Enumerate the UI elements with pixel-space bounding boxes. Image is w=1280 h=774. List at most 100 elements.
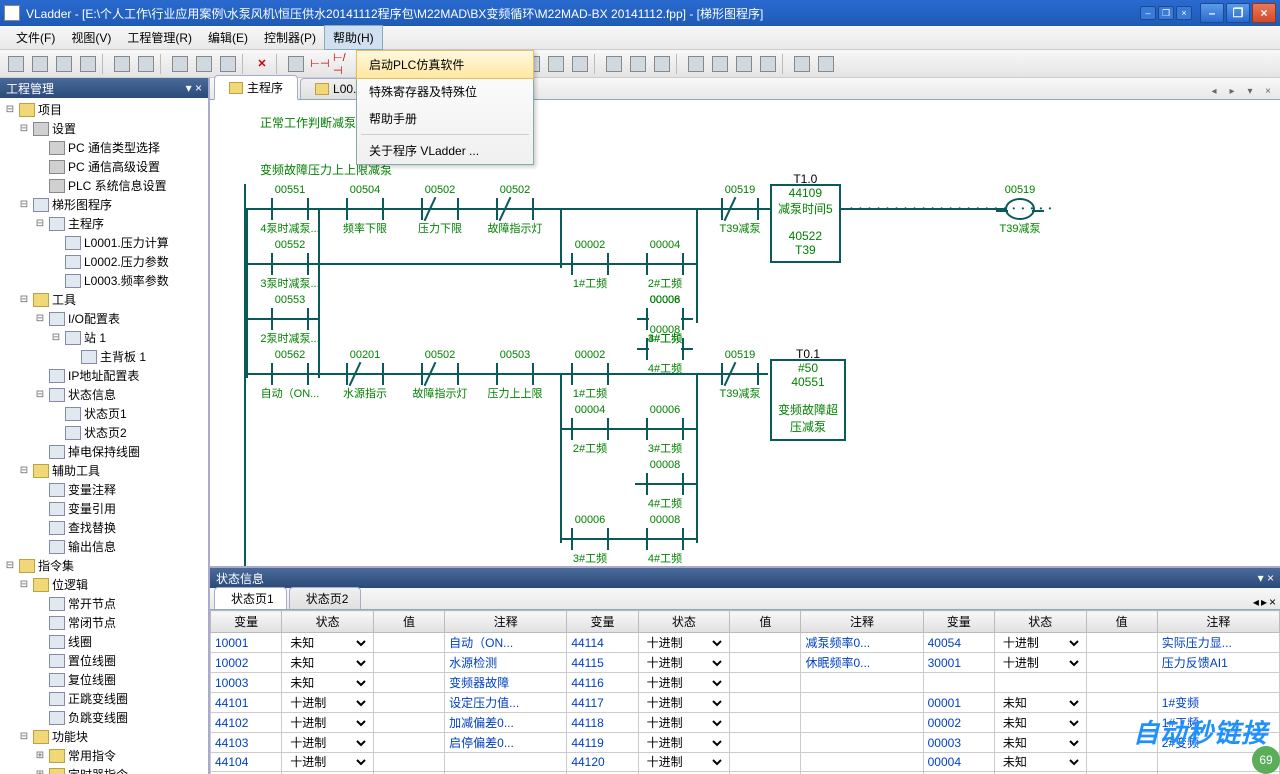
tb-redo[interactable] [135,53,157,75]
status-select[interactable]: 未知 [286,675,369,691]
ladder-function-block[interactable]: T0.1#5040551变频故障超压减泵 [770,359,846,441]
status-header-cell[interactable]: 变量 [211,611,282,633]
status-select[interactable]: 十进制 [643,735,726,751]
menu-edit[interactable]: 编辑(E) [200,26,256,49]
minimize-button[interactable]: – [1200,3,1224,23]
tab-main[interactable]: 主程序 [214,75,298,100]
tab-menu[interactable]: ▾ [1242,83,1258,99]
tree-node[interactable]: 状态页2 [2,423,206,442]
tree-node[interactable]: ⊟I/O配置表 [2,309,206,328]
tree-node[interactable]: ⊟设置 [2,119,206,138]
tree-node[interactable]: PC 通信高级设置 [2,157,206,176]
tree-node[interactable]: 负跳变线圈 [2,708,206,727]
tb-undo[interactable] [111,53,133,75]
tree-node[interactable]: 变量引用 [2,499,206,518]
status-grid[interactable]: 变量状态值注释变量状态值注释变量状态值注释10001未知自动（ON...4411… [210,610,1280,774]
status-select[interactable]: 十进制 [643,655,726,671]
status-select[interactable]: 十进制 [643,754,726,770]
status-row[interactable]: 44101十进制设定压力值...44117十进制00001未知1#变频 [211,693,1280,713]
tb-run[interactable] [791,53,813,75]
tb-new[interactable] [5,53,27,75]
tb-t6[interactable] [545,53,567,75]
tb-t12[interactable] [709,53,731,75]
status-select[interactable]: 未知 [286,655,369,671]
tb-contact-nc[interactable]: ⊢/⊣ [333,53,355,75]
tree-node[interactable]: ⊟主程序 [2,214,206,233]
menu-special-reg[interactable]: 特殊寄存器及特殊位 [357,78,533,105]
status-select[interactable]: 未知 [999,715,1082,731]
status-select[interactable]: 十进制 [286,695,369,711]
menu-manual[interactable]: 帮助手册 [357,105,533,132]
tree-node[interactable]: ⊞常用指令 [2,746,206,765]
status-header-cell[interactable]: 状态 [282,611,374,633]
status-header-btns[interactable]: ▾ × [1258,571,1274,585]
tree-node[interactable]: ⊟梯形图程序 [2,195,206,214]
status-header-cell[interactable]: 注释 [445,611,567,633]
status-tab-next[interactable]: ▸ [1261,595,1267,609]
tree-node[interactable]: 线圈 [2,632,206,651]
tab-close[interactable]: × [1260,83,1276,99]
status-select[interactable]: 十进制 [286,754,369,770]
status-header-cell[interactable]: 变量 [567,611,638,633]
tree-node[interactable]: L0002.压力参数 [2,252,206,271]
menu-controller[interactable]: 控制器(P) [256,26,324,49]
mdi-close[interactable]: × [1176,6,1192,20]
status-row[interactable]: 10001未知自动（ON...44114十进制减泵频率0...40054十进制实… [211,633,1280,653]
status-row[interactable]: 10003未知变频器故障44116十进制 [211,673,1280,693]
tb-stop[interactable] [815,53,837,75]
menu-about[interactable]: 关于程序 VLadder ... [357,137,533,164]
status-select[interactable]: 十进制 [643,675,726,691]
tree-node[interactable]: ⊟辅助工具 [2,461,206,480]
ladder-function-block[interactable]: T1.044109减泵时间540522T39 [770,184,841,263]
tree-pin-icon[interactable]: ▾ × [186,81,202,95]
status-row[interactable]: 44104十进制44120十进制00004未知 [211,753,1280,772]
tree-node[interactable]: IP地址配置表 [2,366,206,385]
status-header-cell[interactable]: 状态 [638,611,730,633]
tb-cursor[interactable] [285,53,307,75]
maximize-button[interactable]: ❐ [1226,3,1250,23]
status-row[interactable]: 44103十进制启停偏差0...44119十进制00003未知2#变频 [211,733,1280,753]
tree-node[interactable]: L0003.频率参数 [2,271,206,290]
status-select[interactable]: 十进制 [999,655,1082,671]
ladder-contact[interactable]: 000084#工频 [635,324,695,374]
tb-contact-no[interactable]: ⊢⊣ [309,53,331,75]
menu-file[interactable]: 文件(F) [8,26,63,49]
status-header-cell[interactable]: 注释 [801,611,923,633]
menu-view[interactable]: 视图(V) [63,26,119,49]
tree-node[interactable]: 主背板 1 [2,347,206,366]
tree-node[interactable]: 正跳变线圈 [2,689,206,708]
tb-paste[interactable] [217,53,239,75]
status-select[interactable]: 未知 [999,695,1082,711]
tree-node[interactable]: 变量注释 [2,480,206,499]
status-header-cell[interactable]: 值 [730,611,801,633]
tree-node[interactable]: 复位线圈 [2,670,206,689]
ladder-contact[interactable]: 000021#工频 [560,349,620,399]
tree-node[interactable]: ⊟状态信息 [2,385,206,404]
tree-node[interactable]: 输出信息 [2,537,206,556]
tree-node[interactable]: 掉电保持线圈 [2,442,206,461]
menu-start-sim[interactable]: 启动PLC仿真软件 [356,50,534,79]
status-tab-close[interactable]: × [1269,595,1276,609]
status-header-cell[interactable]: 值 [373,611,444,633]
tb-open[interactable] [29,53,51,75]
tree-node[interactable]: ⊟功能块 [2,727,206,746]
status-select[interactable]: 十进制 [643,695,726,711]
tb-t13[interactable] [733,53,755,75]
tb-print[interactable] [77,53,99,75]
status-select[interactable]: 未知 [999,754,1082,770]
tb-t11[interactable] [685,53,707,75]
tb-save[interactable] [53,53,75,75]
tree-node[interactable]: ⊞定时器指令 [2,765,206,774]
tb-t9[interactable] [627,53,649,75]
status-header-cell[interactable]: 值 [1086,611,1157,633]
tb-t8[interactable] [603,53,625,75]
status-row[interactable]: 10002未知水源检测44115十进制休眠频率0...30001十进制压力反馈A… [211,653,1280,673]
tree-node[interactable]: 状态页1 [2,404,206,423]
tree-node[interactable]: ⊟位逻辑 [2,575,206,594]
mdi-restore[interactable]: ❐ [1158,6,1174,20]
tb-delete[interactable]: ✕ [251,53,273,75]
tree-node[interactable]: ⊟工具 [2,290,206,309]
tree-node[interactable]: 常开节点 [2,594,206,613]
status-header-cell[interactable]: 状态 [994,611,1086,633]
status-tab-prev[interactable]: ◂ [1253,595,1259,609]
